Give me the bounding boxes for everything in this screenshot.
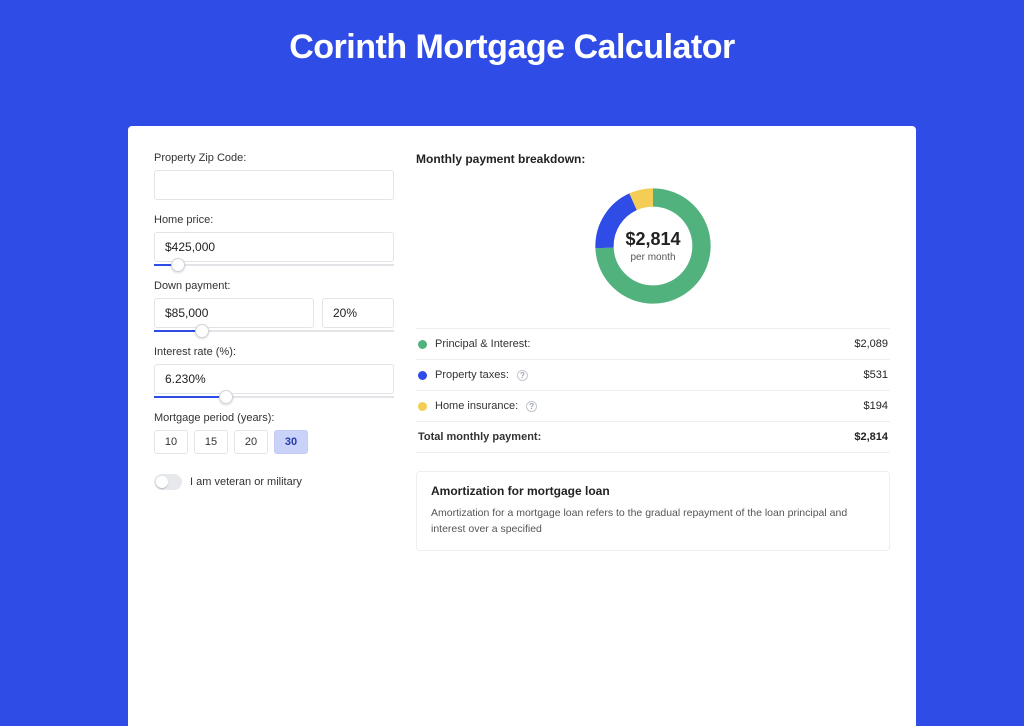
donut-center: $2,814 per month — [589, 182, 717, 310]
down-payment-label: Down payment: — [154, 280, 394, 292]
period-option-30[interactable]: 30 — [274, 430, 308, 454]
interest-rate-label: Interest rate (%): — [154, 346, 394, 358]
calculator-card: Property Zip Code: Home price: Down paym… — [128, 126, 916, 726]
zip-field: Property Zip Code: — [154, 152, 394, 200]
home-price-field: Home price: — [154, 214, 394, 266]
legend-total-label: Total monthly payment: — [418, 431, 541, 443]
dot-insurance-icon — [418, 402, 427, 411]
amortization-text: Amortization for a mortgage loan refers … — [431, 506, 875, 538]
period-option-10[interactable]: 10 — [154, 430, 188, 454]
dot-taxes-icon — [418, 371, 427, 380]
interest-rate-slider[interactable] — [154, 396, 394, 398]
info-insurance-icon[interactable]: ? — [526, 401, 537, 412]
home-price-input[interactable] — [154, 232, 394, 262]
down-payment-slider[interactable] — [154, 330, 394, 332]
down-payment-slider-thumb[interactable] — [195, 324, 209, 338]
down-payment-field: Down payment: — [154, 280, 394, 332]
legend-taxes-value: $531 — [864, 369, 888, 381]
interest-rate-slider-fill — [154, 396, 226, 398]
veteran-row: I am veteran or military — [154, 474, 394, 490]
legend-row-principal: Principal & Interest: $2,089 — [416, 329, 890, 360]
legend-row-taxes: Property taxes: ? $531 — [416, 360, 890, 391]
zip-label: Property Zip Code: — [154, 152, 394, 164]
legend-total-value: $2,814 — [854, 431, 888, 443]
mortgage-period-field: Mortgage period (years): 10 15 20 30 — [154, 412, 394, 454]
legend-taxes-label: Property taxes: — [435, 369, 509, 381]
zip-input[interactable] — [154, 170, 394, 200]
legend-insurance-label: Home insurance: — [435, 400, 518, 412]
interest-rate-slider-thumb[interactable] — [219, 390, 233, 404]
breakdown-title: Monthly payment breakdown: — [416, 152, 890, 166]
legend-row-total: Total monthly payment: $2,814 — [416, 422, 890, 453]
veteran-label: I am veteran or military — [190, 476, 302, 488]
dot-principal-icon — [418, 340, 427, 349]
down-payment-amount-input[interactable] — [154, 298, 314, 328]
amortization-card: Amortization for mortgage loan Amortizat… — [416, 471, 890, 551]
home-price-label: Home price: — [154, 214, 394, 226]
home-price-slider-thumb[interactable] — [171, 258, 185, 272]
home-price-slider[interactable] — [154, 264, 394, 266]
donut-amount: $2,814 — [625, 229, 680, 250]
info-taxes-icon[interactable]: ? — [517, 370, 528, 381]
page-title: Corinth Mortgage Calculator — [0, 0, 1024, 89]
mortgage-period-options: 10 15 20 30 — [154, 430, 394, 454]
amortization-title: Amortization for mortgage loan — [431, 484, 875, 498]
donut-sub: per month — [630, 252, 675, 263]
interest-rate-input[interactable] — [154, 364, 394, 394]
period-option-20[interactable]: 20 — [234, 430, 268, 454]
mortgage-period-label: Mortgage period (years): — [154, 412, 394, 424]
legend-insurance-value: $194 — [864, 400, 888, 412]
inputs-panel: Property Zip Code: Home price: Down paym… — [154, 152, 394, 726]
legend-principal-value: $2,089 — [854, 338, 888, 350]
results-panel: Monthly payment breakdown: $2,814 per mo… — [416, 152, 890, 726]
veteran-toggle-knob — [156, 476, 168, 488]
down-payment-percent-input[interactable] — [322, 298, 394, 328]
veteran-toggle[interactable] — [154, 474, 182, 490]
legend: Principal & Interest: $2,089 Property ta… — [416, 328, 890, 453]
interest-rate-field: Interest rate (%): — [154, 346, 394, 398]
legend-row-insurance: Home insurance: ? $194 — [416, 391, 890, 422]
legend-principal-label: Principal & Interest: — [435, 338, 530, 350]
period-option-15[interactable]: 15 — [194, 430, 228, 454]
donut-chart-wrap: $2,814 per month — [416, 176, 890, 328]
donut-chart: $2,814 per month — [589, 182, 717, 310]
